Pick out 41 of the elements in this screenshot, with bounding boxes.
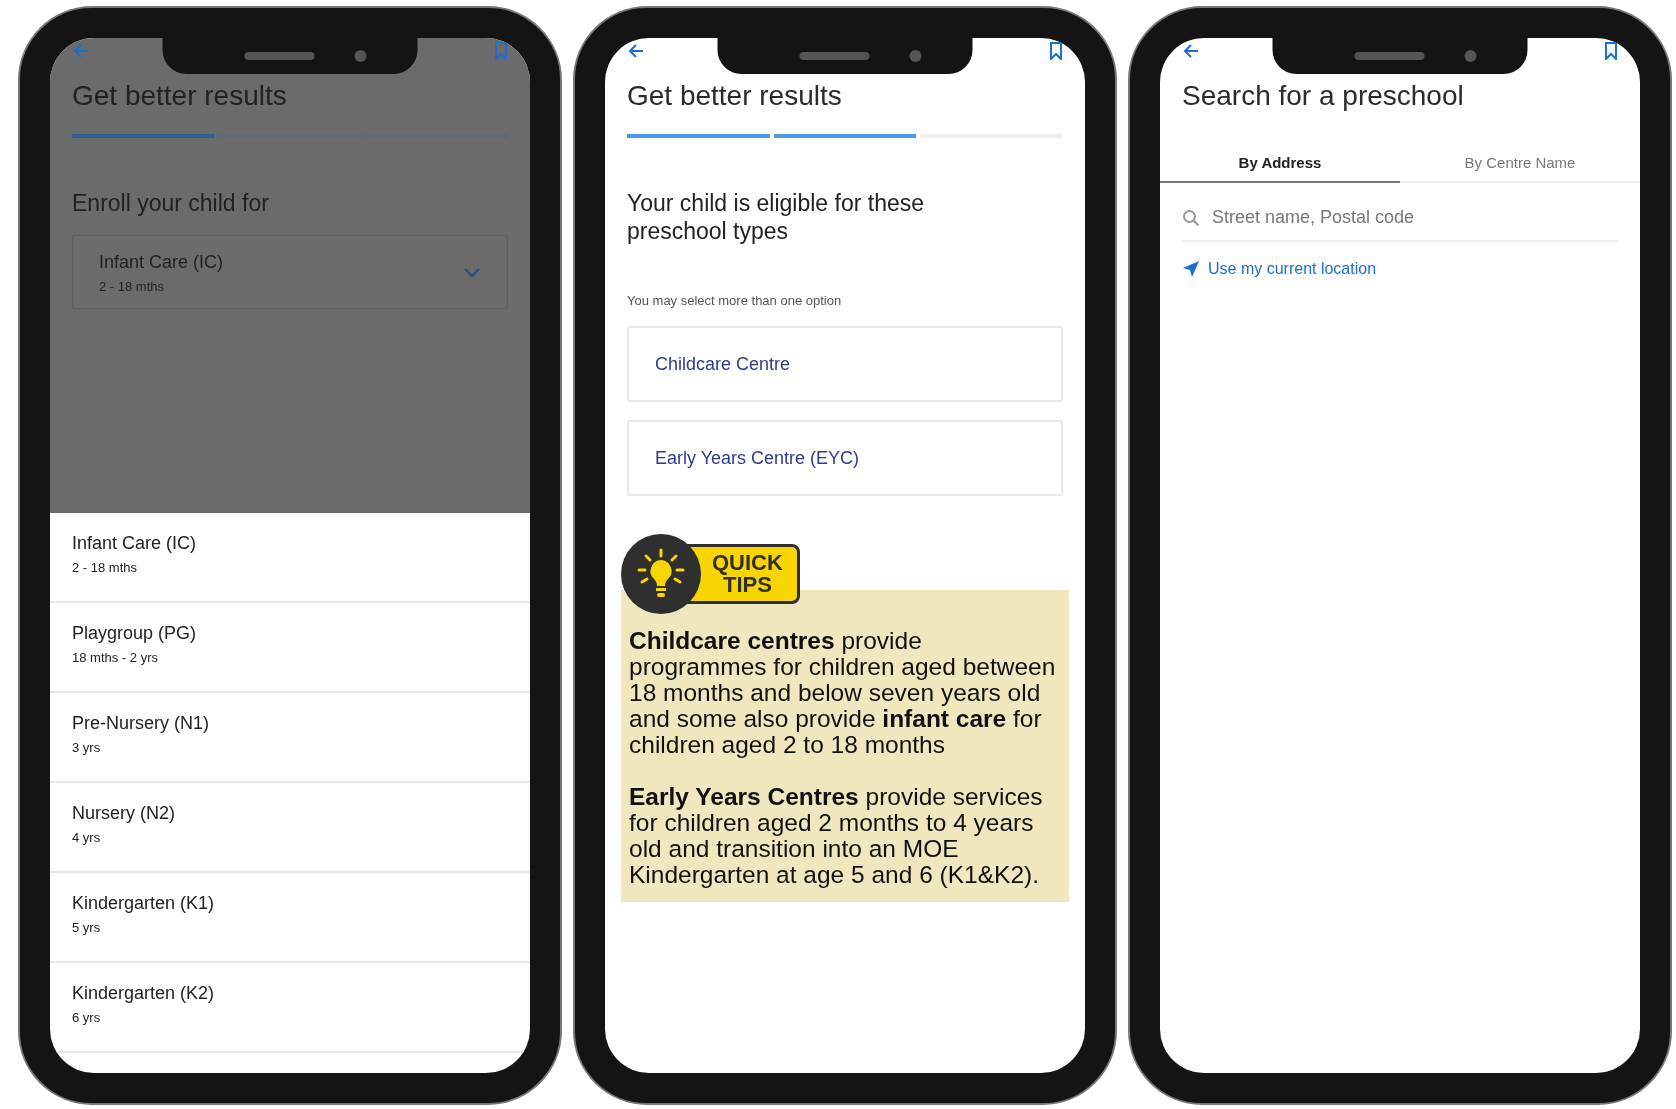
- current-location-link[interactable]: Use my current location: [1208, 260, 1377, 278]
- back-arrow-icon[interactable]: [627, 42, 645, 60]
- hint-text: You may select more than one option: [627, 293, 843, 309]
- section-heading: Enroll your child for: [72, 190, 270, 217]
- option-subtitle: 18 mths - 2 yrs: [72, 650, 159, 665]
- option-label: Playgroup (PG): [72, 623, 198, 644]
- option-item[interactable]: Playgroup (PG) 18 mths - 2 yrs: [50, 603, 530, 693]
- address-search-field[interactable]: Street name, Postal code: [1212, 207, 1618, 228]
- search-tab[interactable]: By Centre Name: [1400, 146, 1640, 183]
- back-arrow-icon[interactable]: [1182, 42, 1200, 60]
- option-subtitle: 6 yrs: [72, 1010, 102, 1025]
- option-item[interactable]: Nursery (N2) 4 yrs: [50, 783, 530, 873]
- bookmark-icon[interactable]: [1602, 42, 1620, 60]
- option-label: Kindergarten (K2): [72, 983, 216, 1004]
- page-title: Search for a preschool: [1182, 80, 1465, 112]
- option-label: Infant Care (IC): [72, 533, 198, 554]
- option-subtitle: 5 yrs: [72, 920, 102, 935]
- tip-paragraph: Childcare centres provide programmes for children aged between 18 months and below seven years old and some also provide infant care for children aged 2 to 18 months: [629, 628, 1057, 759]
- bookmark-icon[interactable]: [1047, 42, 1065, 60]
- option-item[interactable]: Kindergarten (K2) 6 yrs: [50, 963, 530, 1053]
- option-item[interactable]: Pre-Nursery (N1) 3 yrs: [50, 693, 530, 783]
- location-arrow-icon: [1182, 260, 1200, 278]
- preschool-type-option[interactable]: Childcare Centre: [627, 326, 1063, 403]
- option-subtitle: 2 - 18 mths: [72, 560, 139, 575]
- option-label: Pre-Nursery (N1): [72, 713, 210, 734]
- tip-paragraph: Early Years Centres provide services for children aged 2 months to 4 years old and transition into an MOE Kindergarten at age 5 and 6 (K1&K2).: [629, 784, 1044, 889]
- chevron-down-icon: [463, 267, 481, 279]
- page-title: Get better results: [72, 80, 288, 112]
- search-icon: [1182, 208, 1200, 227]
- option-label: Kindergarten (K1): [72, 893, 216, 914]
- search-tab[interactable]: By Address: [1160, 146, 1400, 183]
- option-label: Nursery (N2): [72, 803, 176, 824]
- option-item[interactable]: Infant Care (IC) 2 - 18 mths: [50, 513, 530, 603]
- option-subtitle: 3 yrs: [72, 740, 102, 755]
- preschool-type-option[interactable]: Early Years Centre (EYC): [627, 420, 1063, 497]
- dropdown-value: Infant Care (IC): [99, 252, 224, 273]
- page-title: Get better results: [627, 80, 843, 112]
- option-subtitle: 4 yrs: [72, 830, 102, 845]
- dropdown-subtitle: 2 - 18 mths: [99, 279, 166, 294]
- section-heading: Your child is eligible for these preschool types: [627, 190, 926, 246]
- option-item[interactable]: Kindergarten (K1) 5 yrs: [50, 873, 530, 963]
